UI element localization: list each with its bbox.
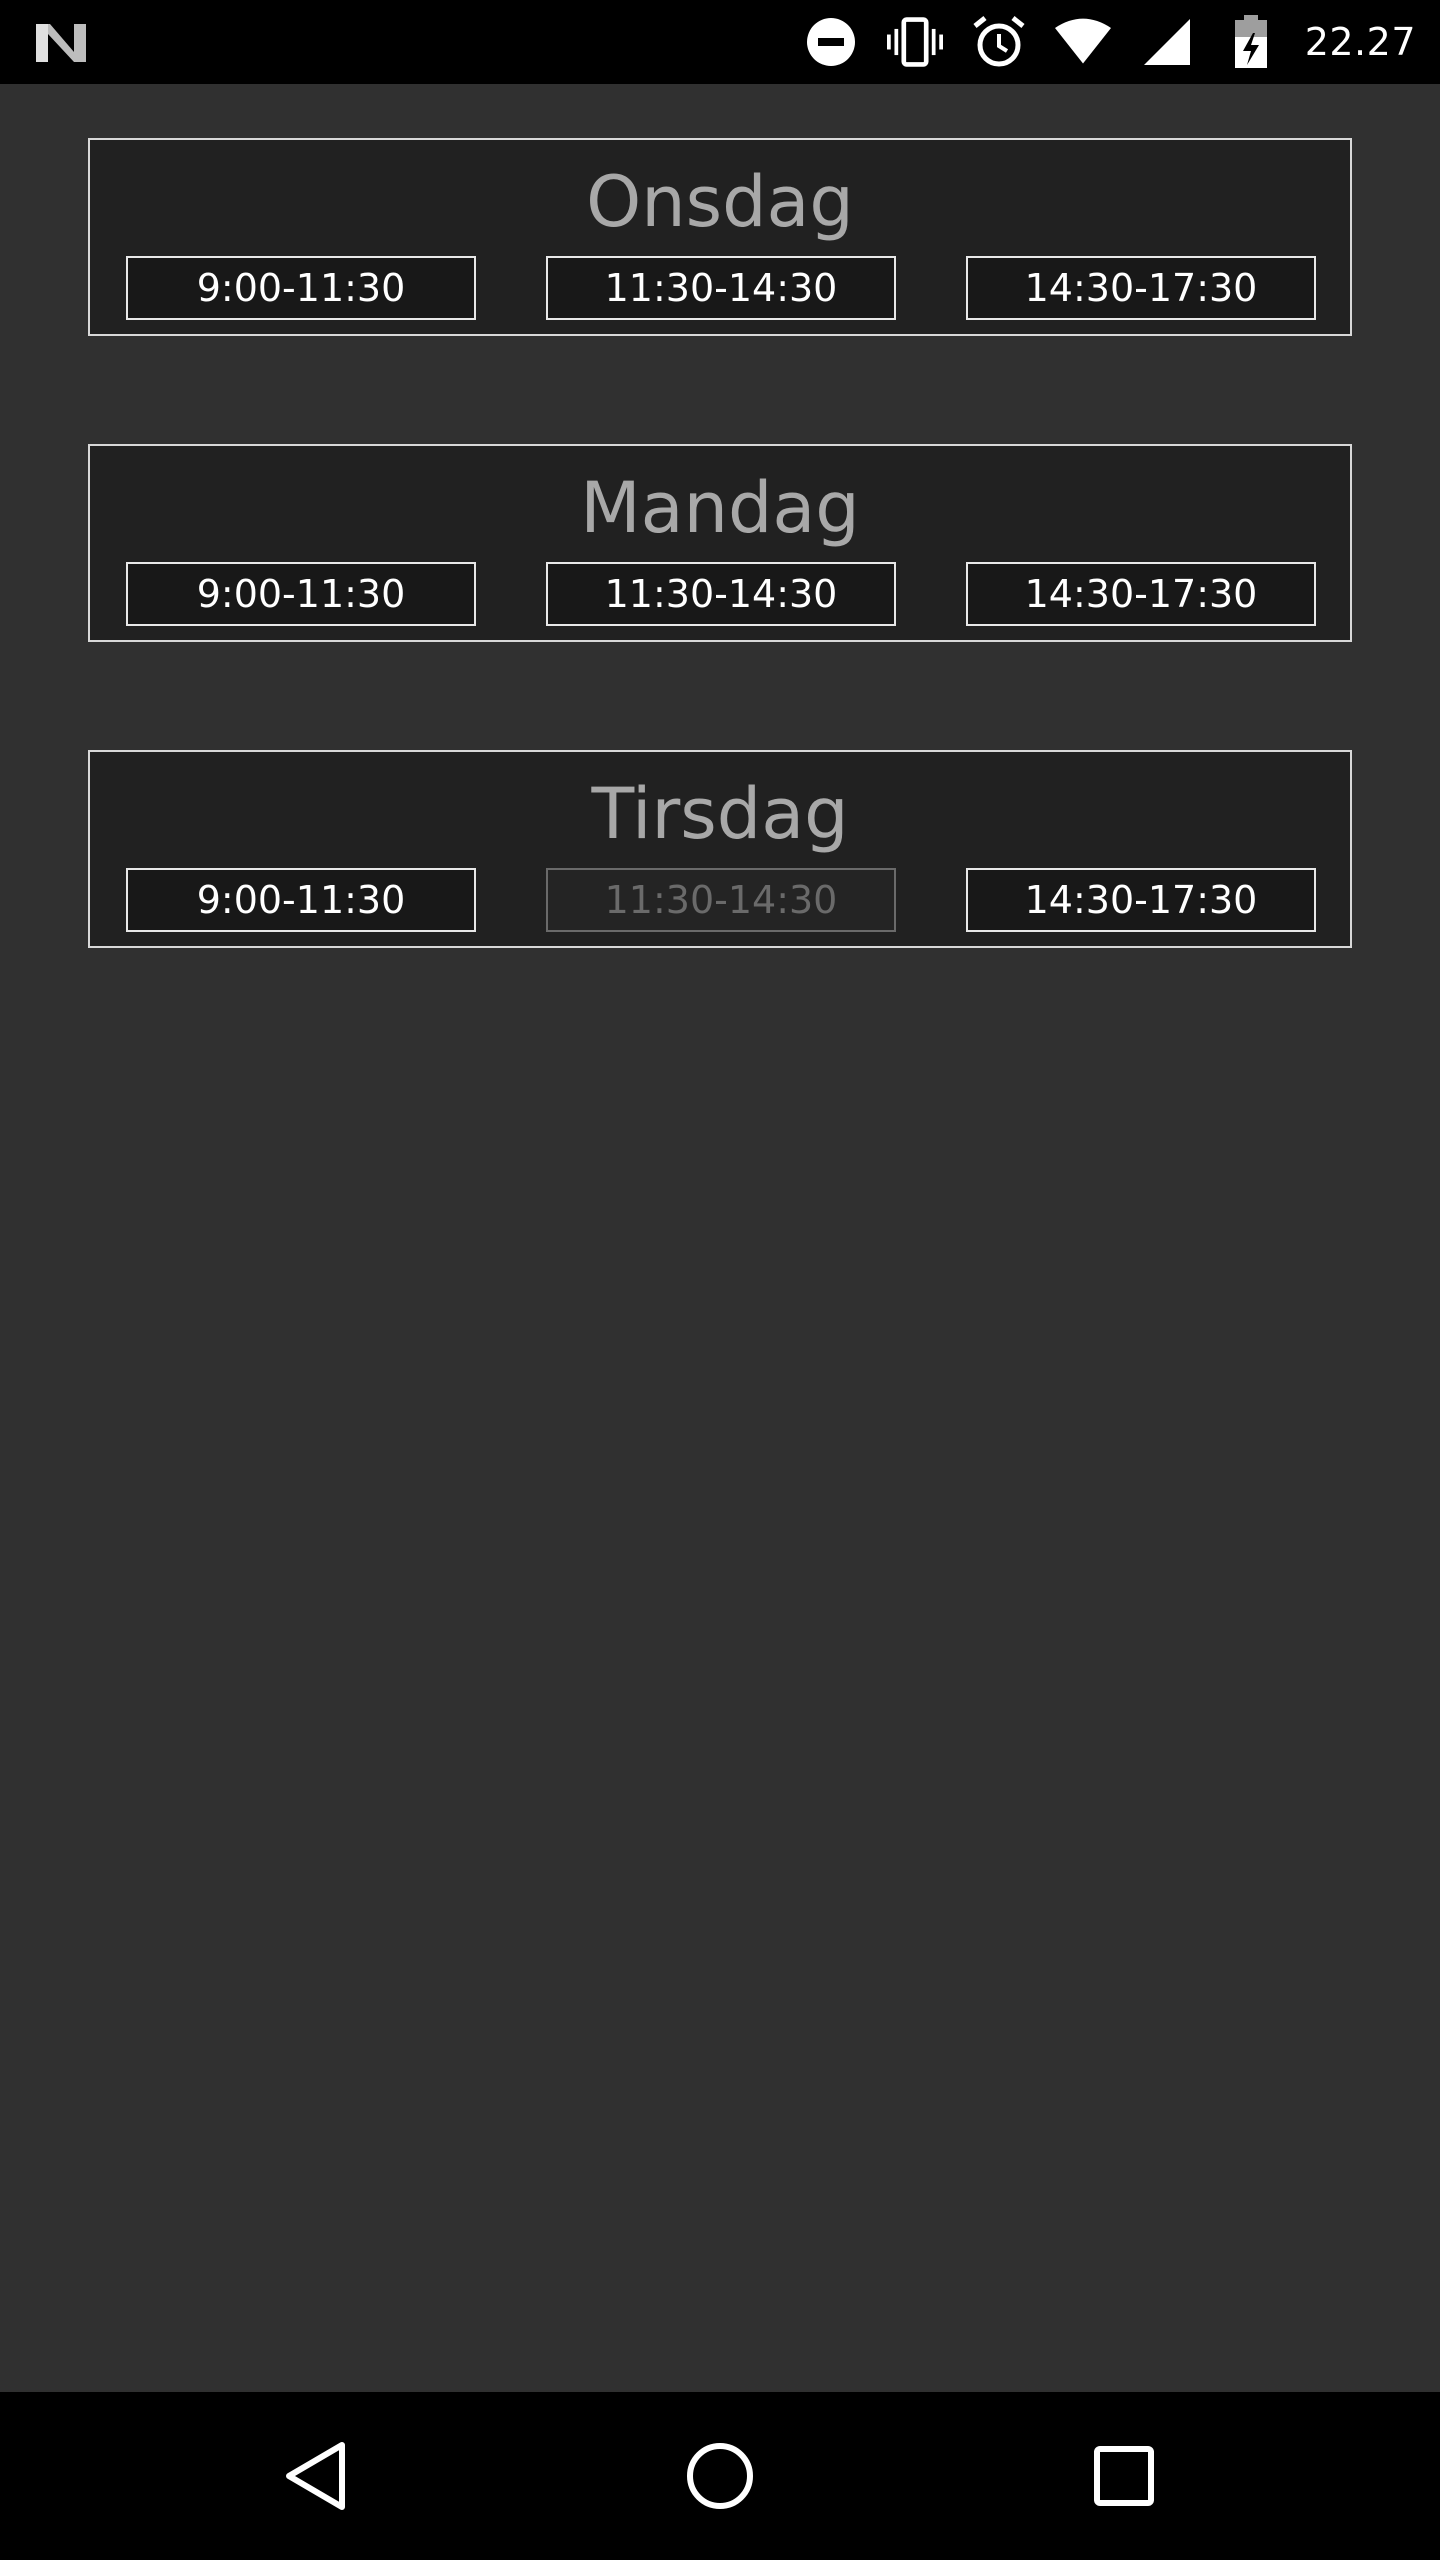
- time-slot-button[interactable]: 14:30-17:30: [966, 256, 1316, 320]
- notification-n-icon: [34, 18, 90, 66]
- time-slot-button[interactable]: 11:30-14:30: [546, 256, 896, 320]
- day-title: Onsdag: [586, 161, 854, 243]
- status-time: 22.27: [1304, 20, 1416, 64]
- home-button[interactable]: [680, 2436, 760, 2516]
- day-card-tirsdag: Tirsdag 9:00-11:30 11:30-14:30 14:30-17:…: [88, 750, 1352, 948]
- status-bar: 22.27: [0, 0, 1440, 84]
- day-card-onsdag: Onsdag 9:00-11:30 11:30-14:30 14:30-17:3…: [88, 138, 1352, 336]
- time-slot-button[interactable]: 11:30-14:30: [546, 562, 896, 626]
- time-slot-button[interactable]: 9:00-11:30: [126, 562, 476, 626]
- day-title: Tirsdag: [591, 773, 849, 855]
- time-slot-button[interactable]: 9:00-11:30: [126, 256, 476, 320]
- back-icon: [286, 2442, 345, 2510]
- time-slot-button[interactable]: 14:30-17:30: [966, 868, 1316, 932]
- day-title: Mandag: [580, 467, 860, 549]
- vibrate-icon: [886, 14, 943, 70]
- time-slot-button[interactable]: 9:00-11:30: [126, 868, 476, 932]
- back-button[interactable]: [276, 2436, 356, 2516]
- alarm-icon: [971, 14, 1027, 70]
- time-slot-button[interactable]: 14:30-17:30: [966, 562, 1316, 626]
- home-icon: [687, 2443, 753, 2509]
- cell-signal-icon: [1139, 14, 1195, 70]
- recent-apps-icon: [1094, 2446, 1154, 2506]
- schedule-list: Onsdag 9:00-11:30 11:30-14:30 14:30-17:3…: [0, 84, 1440, 2392]
- time-slot-button-disabled: 11:30-14:30: [546, 868, 896, 932]
- do-not-disturb-icon: [803, 14, 859, 70]
- navigation-bar: [0, 2392, 1440, 2560]
- status-icons: 22.27: [803, 0, 1416, 84]
- wifi-icon: [1054, 14, 1111, 70]
- recent-apps-button[interactable]: [1084, 2436, 1164, 2516]
- battery-charging-icon: [1223, 14, 1279, 70]
- day-card-mandag: Mandag 9:00-11:30 11:30-14:30 14:30-17:3…: [88, 444, 1352, 642]
